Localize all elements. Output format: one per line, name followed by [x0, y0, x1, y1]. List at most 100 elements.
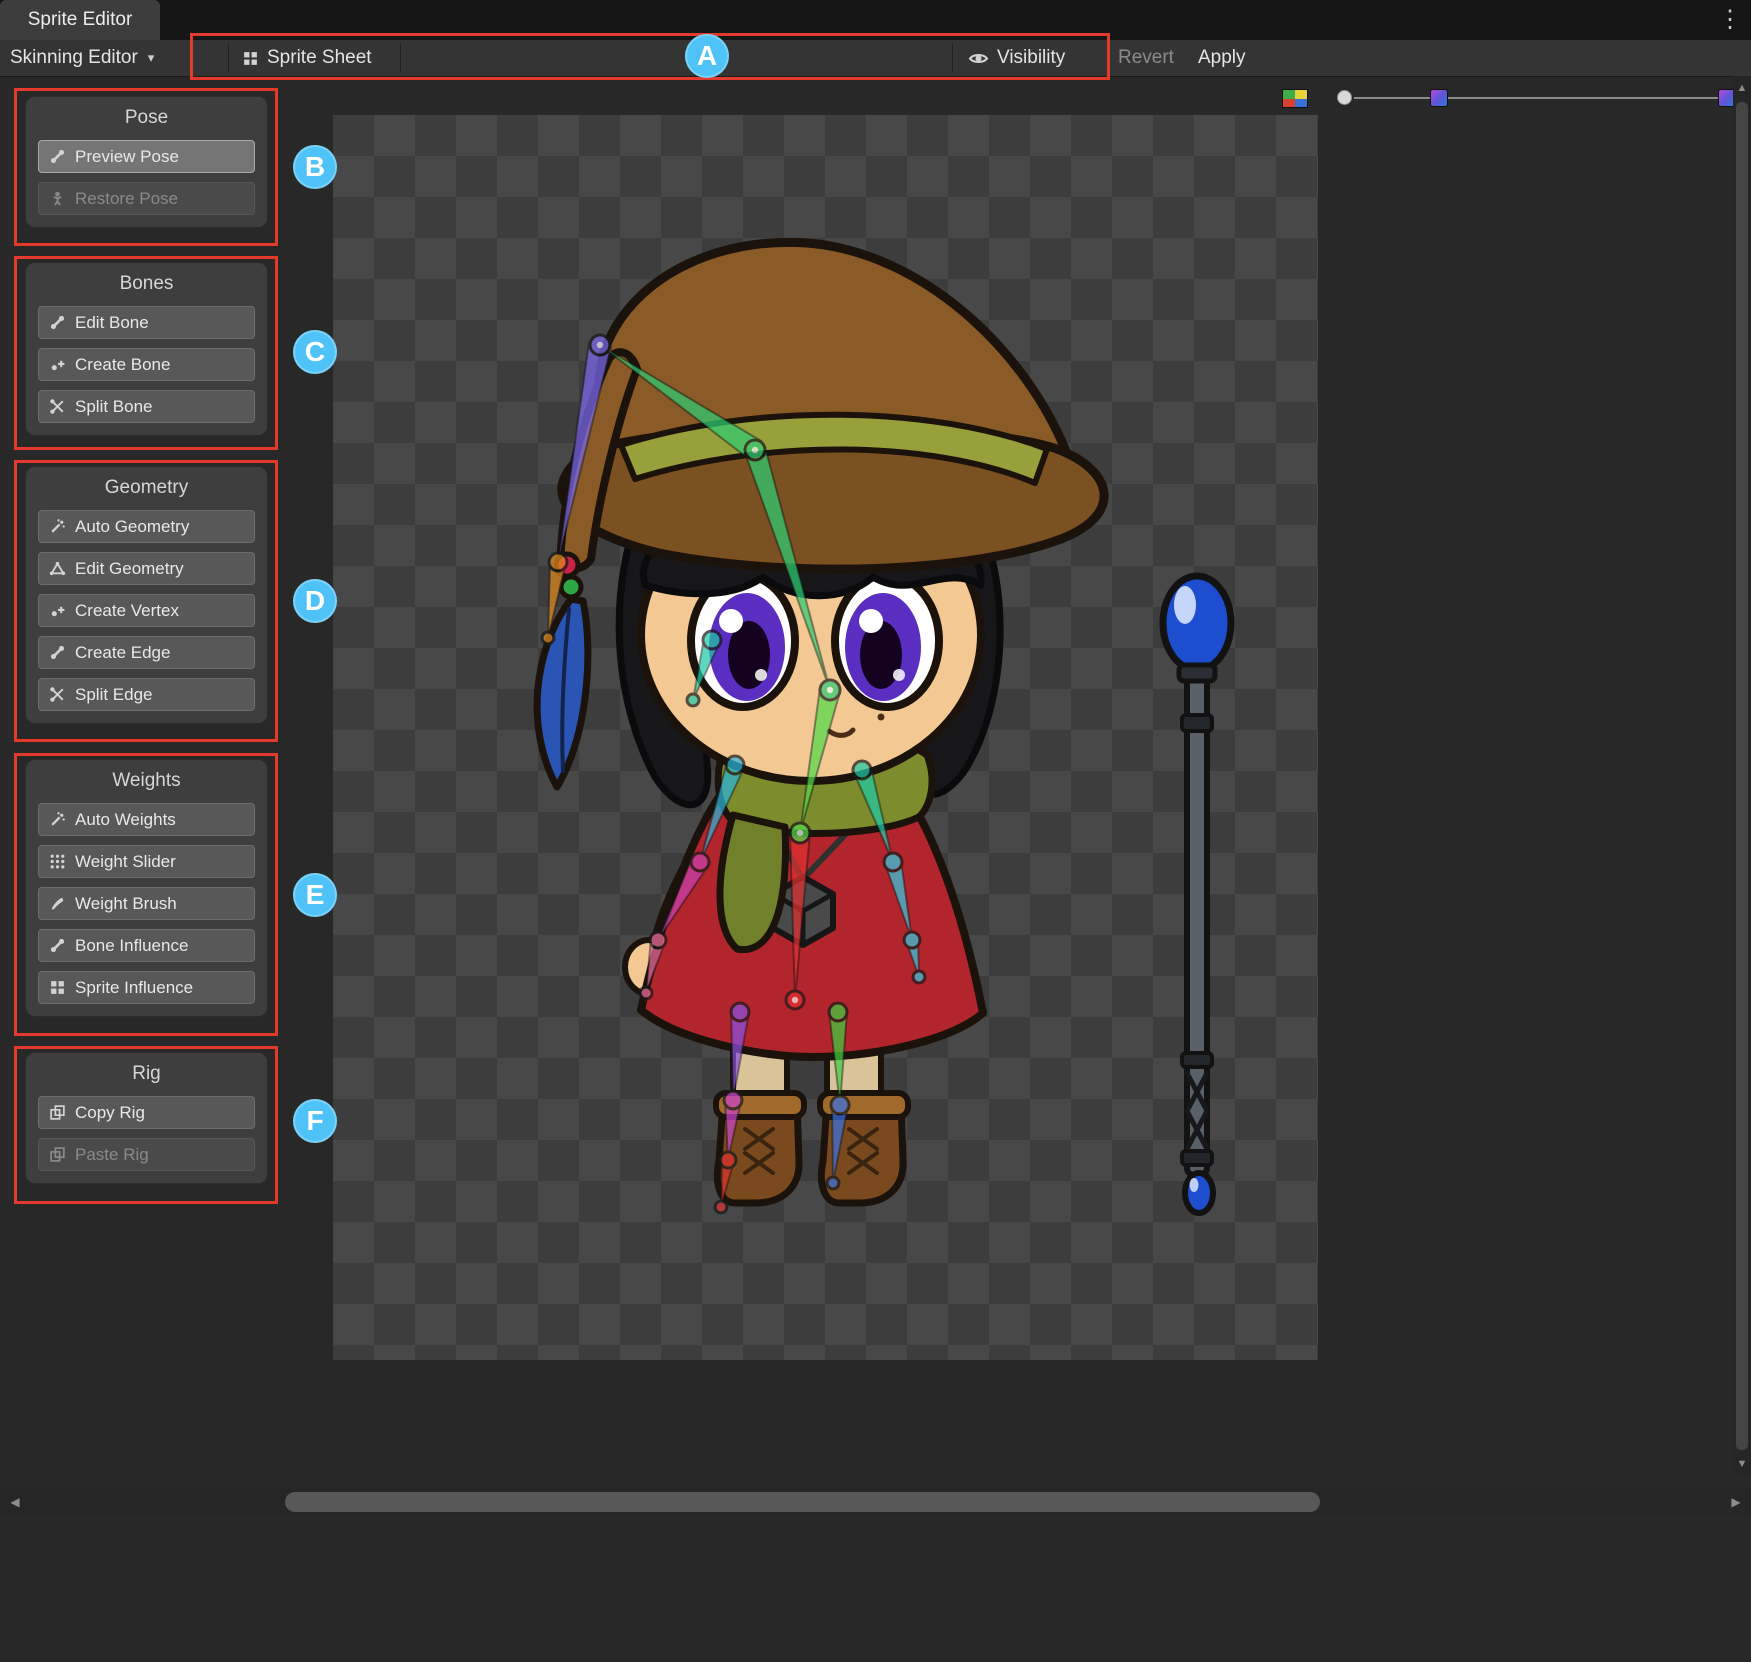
- chevron-down-icon: ▾: [148, 50, 155, 66]
- visibility-button[interactable]: Visibility: [968, 40, 1065, 76]
- bones-panel: Bones Edit Bone Create Bone Split Bone: [25, 262, 268, 436]
- auto-geometry-icon: [49, 518, 66, 535]
- annotation-label-a: A: [685, 34, 729, 78]
- sprite-canvas[interactable]: [333, 115, 1318, 1360]
- button-label: Create Bone: [75, 355, 170, 375]
- create-edge-button[interactable]: Create Edge: [38, 636, 255, 669]
- weights-panel: Weights Auto Weights Weight Slider Weigh…: [25, 759, 268, 1017]
- sprite-sheet-label: Sprite Sheet: [267, 47, 372, 69]
- canvas-art: [333, 115, 1318, 1360]
- button-label: Sprite Influence: [75, 978, 193, 998]
- visibility-label: Visibility: [997, 47, 1065, 69]
- apply-button[interactable]: Apply: [1198, 40, 1246, 76]
- horizontal-scrollbar[interactable]: ◀ ▶: [0, 1487, 1751, 1517]
- apply-label: Apply: [1198, 47, 1246, 69]
- overflow-menu-icon[interactable]: ⋮: [1717, 4, 1743, 36]
- opacity-slider-track[interactable]: [1354, 97, 1726, 99]
- button-label: Weight Slider: [75, 852, 176, 872]
- color-palette-icon[interactable]: [1282, 89, 1308, 108]
- split-bone-icon: [49, 398, 66, 415]
- button-label: Copy Rig: [75, 1103, 145, 1123]
- annotation-label-b: B: [293, 145, 337, 189]
- button-label: Bone Influence: [75, 936, 188, 956]
- scroll-left-arrow[interactable]: ◀: [2, 1487, 28, 1517]
- eye-icon: [968, 48, 989, 69]
- split-bone-button[interactable]: Split Bone: [38, 390, 255, 423]
- weight-brush-button[interactable]: Weight Brush: [38, 887, 255, 920]
- create-vertex-icon: [49, 602, 66, 619]
- right-eye: [835, 575, 939, 707]
- scroll-up-arrow[interactable]: ▲: [1733, 78, 1751, 98]
- sprite-sheet-button[interactable]: Sprite Sheet: [242, 40, 372, 76]
- palette-swatch-red: [1283, 99, 1295, 108]
- opacity-slider-knob[interactable]: [1337, 90, 1352, 105]
- scroll-right-arrow[interactable]: ▶: [1723, 1487, 1749, 1517]
- toolbar-divider: [952, 44, 953, 72]
- split-edge-button[interactable]: Split Edge: [38, 678, 255, 711]
- button-label: Edit Bone: [75, 313, 149, 333]
- button-label: Split Edge: [75, 685, 153, 705]
- palette-swatch-yellow: [1295, 90, 1307, 99]
- button-label: Auto Weights: [75, 810, 176, 830]
- edit-geometry-button[interactable]: Edit Geometry: [38, 552, 255, 585]
- create-vertex-button[interactable]: Create Vertex: [38, 594, 255, 627]
- tab-sprite-editor[interactable]: Sprite Editor: [0, 0, 160, 40]
- edit-geometry-icon: [49, 560, 66, 577]
- create-edge-icon: [49, 644, 66, 661]
- toolbar: Skinning Editor ▾ Sprite Sheet Visibilit…: [0, 40, 1751, 77]
- button-label: Auto Geometry: [75, 517, 189, 537]
- rig-panel-title: Rig: [38, 1061, 255, 1087]
- restore-pose-button[interactable]: Restore Pose: [38, 182, 255, 215]
- bone-opacity-gradient-icon[interactable]: [1430, 89, 1448, 107]
- annotation-label-e: E: [293, 873, 337, 917]
- copy-rig-button[interactable]: Copy Rig: [38, 1096, 255, 1129]
- button-label: Create Vertex: [75, 601, 179, 621]
- edit-bone-button[interactable]: Edit Bone: [38, 306, 255, 339]
- weights-panel-title: Weights: [38, 768, 255, 794]
- weight-slider-icon: [49, 853, 66, 870]
- button-label: Restore Pose: [75, 189, 178, 209]
- auto-weights-button[interactable]: Auto Weights: [38, 803, 255, 836]
- annotation-label-d: D: [293, 579, 337, 623]
- preview-pose-icon: [49, 148, 66, 165]
- scroll-down-arrow[interactable]: ▼: [1733, 1454, 1751, 1474]
- paste-rig-button[interactable]: Paste Rig: [38, 1138, 255, 1171]
- sprite-influence-button[interactable]: Sprite Influence: [38, 971, 255, 1004]
- tab-label: Sprite Editor: [28, 9, 133, 31]
- create-bone-button[interactable]: Create Bone: [38, 348, 255, 381]
- annotation-label-f: F: [293, 1099, 337, 1143]
- toolbar-divider: [400, 44, 401, 72]
- button-label: Edit Geometry: [75, 559, 184, 579]
- geometry-panel-title: Geometry: [38, 475, 255, 501]
- geometry-panel: Geometry Auto Geometry Edit Geometry Cre…: [25, 466, 268, 724]
- vertical-scroll-thumb[interactable]: [1736, 102, 1748, 1450]
- paste-rig-icon: [49, 1146, 66, 1163]
- annotation-label-c: C: [293, 330, 337, 374]
- button-label: Split Bone: [75, 397, 153, 417]
- revert-button[interactable]: Revert: [1118, 40, 1174, 76]
- bone-influence-icon: [49, 937, 66, 954]
- weight-slider-button[interactable]: Weight Slider: [38, 845, 255, 878]
- sprite-influence-icon: [49, 979, 66, 996]
- sprite-editor-window: Sprite Editor ⋮ Skinning Editor ▾ Sprite…: [0, 0, 1751, 1662]
- vertical-scrollbar[interactable]: ▲ ▼: [1733, 76, 1751, 1476]
- copy-rig-icon: [49, 1104, 66, 1121]
- revert-label: Revert: [1118, 47, 1174, 69]
- button-label: Paste Rig: [75, 1145, 149, 1165]
- horizontal-scroll-thumb[interactable]: [285, 1492, 1320, 1512]
- auto-geometry-button[interactable]: Auto Geometry: [38, 510, 255, 543]
- create-bone-icon: [49, 356, 66, 373]
- button-label: Preview Pose: [75, 147, 179, 167]
- auto-weights-icon: [49, 811, 66, 828]
- pose-panel-title: Pose: [38, 105, 255, 131]
- button-label: Create Edge: [75, 643, 170, 663]
- skinning-editor-dropdown[interactable]: Skinning Editor ▾: [10, 40, 154, 76]
- restore-pose-icon: [49, 190, 66, 207]
- bone-influence-button[interactable]: Bone Influence: [38, 929, 255, 962]
- rig-panel: Rig Copy Rig Paste Rig: [25, 1052, 268, 1184]
- preview-pose-button[interactable]: Preview Pose: [38, 140, 255, 173]
- weight-brush-icon: [49, 895, 66, 912]
- edit-bone-icon: [49, 314, 66, 331]
- window-tab-bar: Sprite Editor ⋮: [0, 0, 1751, 40]
- pose-panel: Pose Preview Pose Restore Pose: [25, 96, 268, 228]
